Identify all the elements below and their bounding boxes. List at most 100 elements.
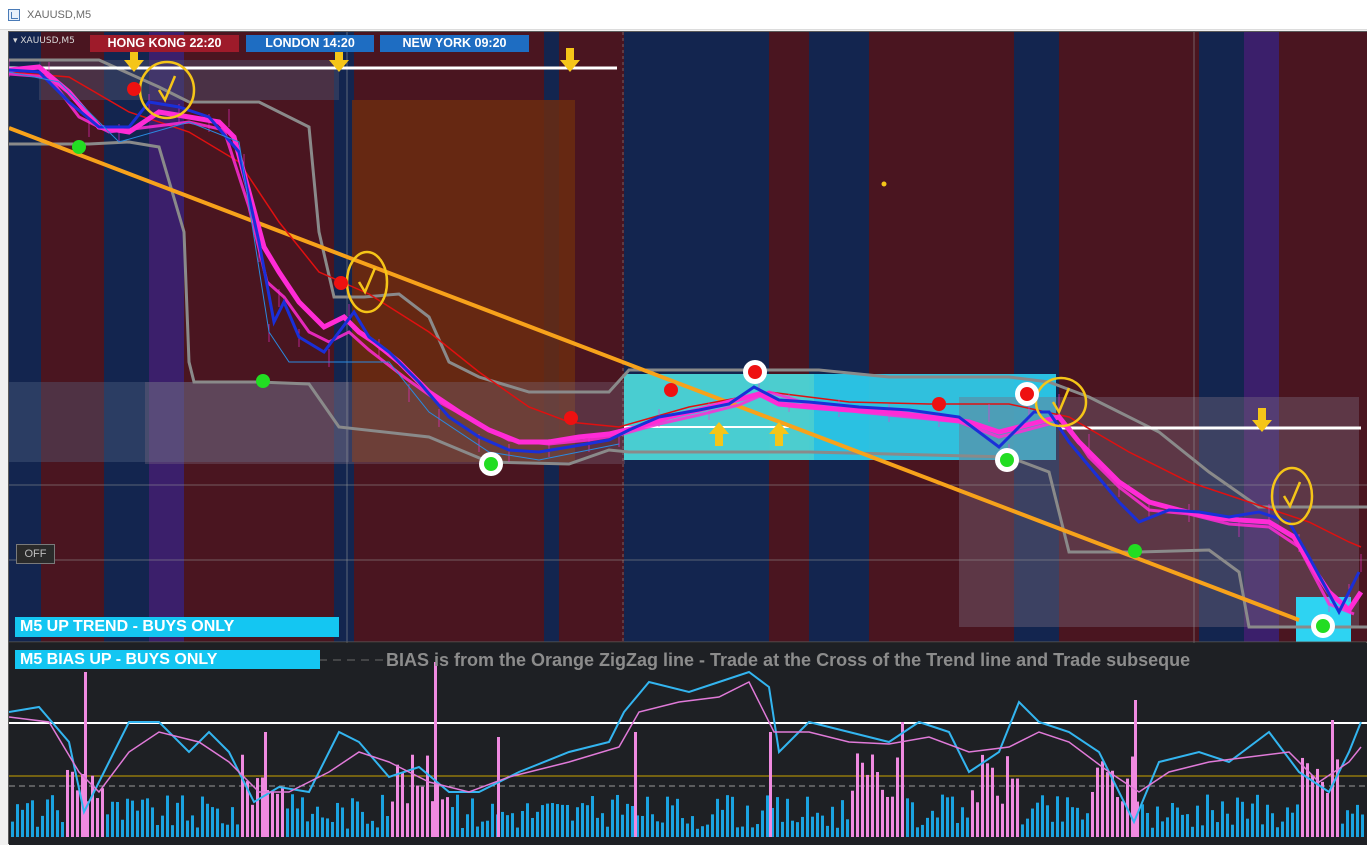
histogram-bar [166, 795, 169, 837]
symbol-label: ▾ XAUUSD,M5 [13, 36, 75, 46]
histogram-bar [941, 794, 944, 837]
histogram-bar [521, 811, 524, 837]
histogram-spike [1331, 720, 1334, 837]
histogram-spike [901, 722, 904, 837]
histogram-bar [136, 810, 139, 837]
histogram-bar [1116, 797, 1119, 837]
session-london: LONDON 14:20 [246, 35, 374, 52]
price-chart[interactable]: ▾ XAUUSD,M5 HONG KONG 22:20 LONDON 14:20… [8, 31, 1367, 845]
histogram-bar [796, 822, 799, 837]
histogram-bar [1051, 821, 1054, 837]
histogram-bar [826, 825, 829, 837]
chart-window-icon [8, 9, 20, 21]
histogram-bar [1066, 797, 1069, 837]
histogram-bar [1296, 804, 1299, 837]
histogram-bar [1076, 807, 1079, 837]
histogram-bar [601, 813, 604, 837]
off-button[interactable]: OFF [16, 544, 55, 564]
histogram-bar [756, 824, 759, 837]
histogram-bar [111, 801, 114, 837]
histogram-bar [966, 817, 969, 837]
histogram-bar [846, 819, 849, 837]
histogram-bar [551, 803, 554, 837]
histogram-bar [431, 801, 434, 837]
histogram-bar [221, 823, 224, 837]
histogram-bar [146, 798, 149, 837]
histogram-bar [1006, 756, 1009, 837]
histogram-bar [311, 813, 314, 837]
histogram-bar [466, 814, 469, 837]
histogram-bar [26, 803, 29, 837]
range-box [39, 60, 339, 100]
histogram-bar [1121, 801, 1124, 837]
histogram-bar [751, 827, 754, 837]
histogram-bar [156, 825, 159, 837]
histogram-spike [497, 737, 500, 837]
histogram-bar [61, 822, 64, 837]
histogram-bar [856, 753, 859, 837]
histogram-bar [931, 810, 934, 837]
histogram-bar [591, 796, 594, 837]
histogram-bar [1261, 824, 1264, 837]
histogram-bar [1246, 818, 1249, 837]
histogram-bar [631, 806, 634, 837]
session-zone [624, 32, 709, 642]
histogram-bar [361, 811, 364, 837]
histogram-bar [811, 816, 814, 837]
histogram-bar [511, 813, 514, 837]
signal-dot-icon [1316, 619, 1330, 633]
histogram-bar [121, 819, 124, 837]
histogram-bar [131, 800, 134, 837]
histogram-bar [611, 799, 614, 837]
histogram-bar [291, 794, 294, 837]
histogram-bar [1086, 813, 1089, 837]
histogram-bar [16, 804, 19, 837]
histogram-bar [236, 824, 239, 837]
histogram-bar [566, 804, 569, 837]
histogram-spike [434, 662, 437, 837]
histogram-bar [276, 793, 279, 837]
session-hong-kong: HONG KONG 22:20 [90, 35, 239, 52]
histogram-bar [216, 808, 219, 837]
histogram-bar [1361, 814, 1364, 837]
histogram-bar [1181, 814, 1184, 837]
histogram-bar [596, 817, 599, 837]
histogram-bar [766, 795, 769, 837]
histogram-bar [971, 790, 974, 837]
histogram-bar [1241, 801, 1244, 837]
histogram-bar [1206, 794, 1209, 837]
histogram-bar [1301, 757, 1304, 837]
chart-canvas[interactable] [9, 32, 1367, 845]
histogram-bar [606, 826, 609, 837]
signal-dot-icon [127, 82, 141, 96]
histogram-bar [741, 826, 744, 837]
histogram-bar [1156, 806, 1159, 837]
histogram-bar [731, 796, 734, 837]
histogram-bar [816, 812, 819, 837]
session-new-york: NEW YORK 09:20 [380, 35, 529, 52]
signal-dot-icon [564, 411, 578, 425]
histogram-bar [421, 786, 424, 837]
signal-dot-icon [881, 181, 887, 187]
histogram-bar [801, 816, 804, 837]
histogram-bar [1096, 767, 1099, 837]
histogram-bar [1221, 801, 1224, 837]
histogram-bar [1071, 807, 1074, 837]
histogram-bar [686, 823, 689, 837]
histogram-bar [906, 798, 909, 837]
histogram-bar [11, 821, 14, 837]
histogram-bar [746, 805, 749, 837]
bias-indicator-panel [9, 641, 1367, 845]
histogram-bar [956, 822, 959, 837]
histogram-bar [581, 803, 584, 837]
histogram-bar [866, 774, 869, 837]
histogram-bar [196, 827, 199, 837]
histogram-bar [331, 821, 334, 837]
chart-titlebar[interactable]: XAUUSD,M5 [0, 0, 1367, 30]
histogram-bar [1131, 756, 1134, 837]
histogram-bar [296, 808, 299, 837]
histogram-bar [661, 822, 664, 837]
histogram-bar [881, 789, 884, 837]
histogram-bar [821, 815, 824, 837]
histogram-bar [641, 815, 644, 837]
